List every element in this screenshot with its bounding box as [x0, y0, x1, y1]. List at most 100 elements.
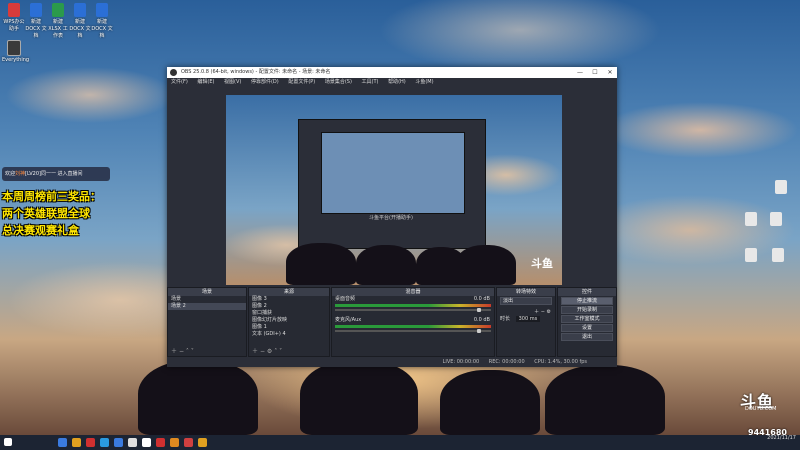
- exit-button[interactable]: 退出: [561, 333, 613, 341]
- minimize-button[interactable]: —: [573, 67, 587, 78]
- desktop-icon[interactable]: 新建 DOCX 文档: [24, 3, 48, 39]
- desktop-icon[interactable]: 新建 DOCX 文档: [68, 3, 92, 39]
- transition-toolbar: ＋ − ⚙: [497, 309, 555, 316]
- scenes-dock-title: 场景: [168, 288, 246, 296]
- document-icon: [52, 3, 64, 17]
- scene-item[interactable]: 场景: [168, 296, 246, 303]
- desktop-icon[interactable]: 新建 DOCX 文档: [90, 3, 114, 39]
- remove-icon[interactable]: −: [541, 309, 545, 315]
- notice-text: 欢迎: [5, 171, 16, 177]
- source-item[interactable]: 图像 3: [249, 296, 329, 303]
- obs-logo-icon: [170, 69, 177, 76]
- start-recording-button[interactable]: 开始录制: [561, 306, 613, 314]
- start-icon[interactable]: [4, 438, 12, 446]
- duration-input[interactable]: 300 ms: [515, 316, 541, 322]
- maximize-button[interactable]: ☐: [588, 67, 602, 78]
- menu-view[interactable]: 视图(V): [224, 79, 241, 85]
- taskbar-app-icon[interactable]: [86, 438, 95, 447]
- taskbar-app-icon[interactable]: [100, 438, 109, 447]
- desktop-icon[interactable]: [766, 248, 790, 263]
- document-icon: [74, 3, 86, 17]
- add-icon[interactable]: ＋: [534, 309, 539, 315]
- system-tray[interactable]: 2021/11/17: [767, 435, 796, 450]
- menu-file[interactable]: 文件(F): [171, 79, 188, 85]
- desktop-icon-label: 新建 DOCX 文档: [91, 19, 113, 39]
- move-up-icon[interactable]: ˄: [274, 348, 277, 355]
- desktop-icon-everything[interactable]: Everything: [2, 40, 30, 63]
- source-item[interactable]: 图像 1: [249, 324, 329, 331]
- obs-preview[interactable]: 斗鱼平台(开播助手) 斗鱼: [226, 95, 562, 285]
- remove-icon[interactable]: −: [260, 348, 265, 355]
- menu-douyu[interactable]: 斗鱼(M): [415, 79, 433, 85]
- menu-help[interactable]: 帮助(H): [388, 79, 406, 85]
- add-icon[interactable]: ＋: [252, 348, 258, 355]
- wallpaper-figure-4: [545, 365, 665, 435]
- menu-docks[interactable]: 停靠部件(D): [251, 79, 279, 85]
- wallpaper-figure-2: [300, 360, 418, 435]
- source-item[interactable]: 窗口捕获: [249, 310, 329, 317]
- desktop-icon[interactable]: 新建 XLSX 工作表: [46, 3, 70, 39]
- taskbar-app-icon[interactable]: [58, 438, 67, 447]
- mixer-dock: 混音器 桌面音频 0.0 dB 麦克风/Aux 0.0 dB: [331, 287, 495, 357]
- source-item[interactable]: 图像 2: [249, 303, 329, 310]
- desktop-icon[interactable]: [739, 248, 763, 263]
- taskbar-app-icon[interactable]: [198, 438, 207, 447]
- document-icon: [30, 3, 42, 17]
- notice-user: 刘神: [15, 171, 26, 177]
- desktop-icon[interactable]: [764, 212, 788, 227]
- cpu-status: CPU: 1.4%, 30.00 fps: [534, 359, 587, 365]
- gear-icon[interactable]: ⚙: [547, 309, 551, 315]
- scene-item[interactable]: 场景 2: [168, 303, 246, 310]
- desktop-icon-label: Everything: [2, 57, 30, 63]
- preview-figure-2: [356, 245, 416, 285]
- stop-streaming-button[interactable]: 停止推流: [561, 297, 613, 305]
- move-up-icon[interactable]: ˄: [186, 348, 189, 355]
- move-down-icon[interactable]: ˅: [191, 348, 194, 355]
- desktop-icon[interactable]: WPS办公助手: [2, 3, 26, 32]
- slider-knob[interactable]: [477, 329, 481, 333]
- promo-line-2: 两个英雄联盟全球: [2, 207, 90, 220]
- transitions-dock: 转场特效 淡出 ＋ − ⚙ 时长 300 ms: [496, 287, 556, 357]
- channel-name: 桌面音频: [335, 296, 356, 302]
- slider-knob[interactable]: [477, 308, 481, 312]
- volume-slider[interactable]: [335, 329, 491, 333]
- taskbar-app-icon[interactable]: [114, 438, 123, 447]
- add-icon[interactable]: ＋: [171, 348, 177, 355]
- desktop-icon[interactable]: [769, 180, 793, 195]
- menu-profile[interactable]: 配置文件(P): [288, 79, 315, 85]
- source-item[interactable]: 图像幻灯片放映: [249, 317, 329, 324]
- desktop-icon[interactable]: [739, 212, 763, 227]
- desktop-icon-label: WPS办公助手: [3, 19, 25, 32]
- menu-tools[interactable]: 工具(T): [362, 79, 379, 85]
- douyu-logo-sub: DOUYU.COM: [745, 406, 777, 412]
- taskbar-app-icon[interactable]: [156, 438, 165, 447]
- studio-mode-button[interactable]: 工作室模式: [561, 315, 613, 323]
- move-down-icon[interactable]: ˅: [279, 348, 282, 355]
- source-item[interactable]: 文本 (GDI+) 4: [249, 331, 329, 338]
- menu-scene-collection[interactable]: 场景集合(S): [325, 79, 352, 85]
- controls-dock-title: 控件: [558, 288, 616, 296]
- obs-window[interactable]: OBS 25.0.8 (64-bit, windows) - 配置文件: 未命名…: [167, 67, 617, 367]
- taskbar-app-icon[interactable]: [142, 438, 151, 447]
- settings-button[interactable]: 设置: [561, 324, 613, 332]
- taskbar: 2021/11/17: [0, 435, 800, 450]
- nested-preview: [321, 132, 465, 214]
- mixer-channel-desktop: 桌面音频 0.0 dB: [332, 296, 494, 303]
- gear-icon[interactable]: ⚙: [267, 348, 272, 355]
- taskbar-app-icon[interactable]: [128, 438, 137, 447]
- taskbar-app-icon[interactable]: [170, 438, 179, 447]
- remove-icon[interactable]: −: [179, 348, 184, 355]
- volume-slider[interactable]: [335, 308, 491, 312]
- taskbar-app-icon[interactable]: [72, 438, 81, 447]
- desktop-icon-label: 新建 XLSX 工作表: [48, 19, 68, 39]
- nested-label: 斗鱼平台(开播助手): [369, 215, 413, 221]
- clock-date: 2021/11/17: [767, 435, 796, 441]
- close-button[interactable]: ✕: [603, 67, 617, 78]
- menu-edit[interactable]: 编辑(E): [197, 79, 214, 85]
- obs-title-bar[interactable]: OBS 25.0.8 (64-bit, windows) - 配置文件: 未命名…: [167, 67, 617, 78]
- taskbar-app-icon[interactable]: [184, 438, 193, 447]
- sources-dock: 来源 图像 3 图像 2 窗口捕获 图像幻灯片放映 图像 1 文本 (GDI+)…: [248, 287, 330, 357]
- transition-select[interactable]: 淡出: [500, 297, 552, 305]
- desktop-icon-label: 新建 DOCX 文档: [25, 19, 47, 39]
- obs-status-bar: LIVE: 00:00:00 REC: 00:00:00 CPU: 1.4%, …: [167, 358, 617, 367]
